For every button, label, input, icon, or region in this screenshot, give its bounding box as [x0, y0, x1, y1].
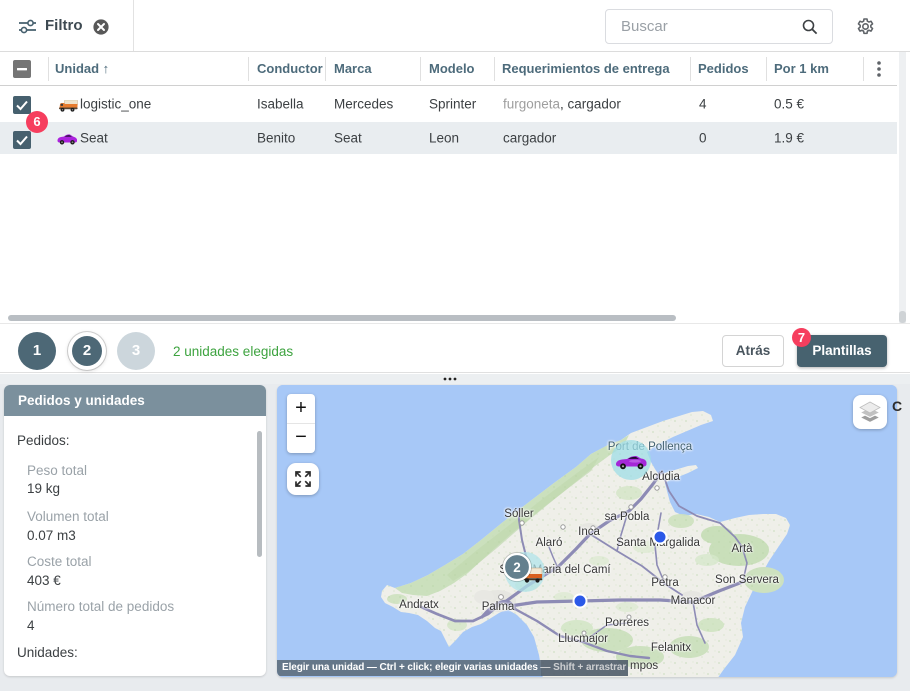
svg-text:2: 2: [513, 560, 521, 575]
